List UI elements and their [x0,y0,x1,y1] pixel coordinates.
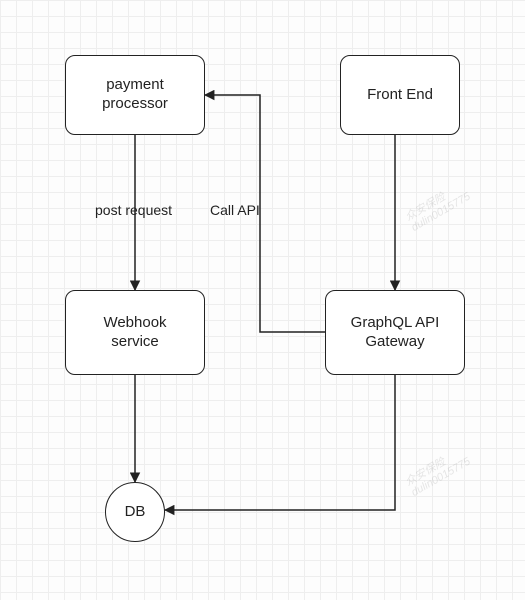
diagram-canvas: paymentprocessor Front End Webhookservic… [0,0,525,600]
watermark-line1: 众安保险 [403,456,447,488]
watermark: 众安保险 dulin0015775 [403,180,472,234]
watermark: 众安保险 dulin0015775 [403,445,472,499]
node-payment-processor: paymentprocessor [65,55,205,135]
node-webhook-service: Webhookservice [65,290,205,375]
node-label: paymentprocessor [102,76,168,114]
watermark-line2: dulin0015775 [409,456,472,499]
node-db: DB [105,482,165,542]
edge-label-post-request: post request [95,202,172,218]
watermark-line2: dulin0015775 [409,191,472,234]
edge-label-call-api: Call API [210,202,260,218]
node-label: GraphQL APIGateway [351,314,440,352]
watermark-line1: 众安保险 [403,191,447,223]
node-label: Webhookservice [103,314,166,352]
node-graphql-gateway: GraphQL APIGateway [325,290,465,375]
node-front-end: Front End [340,55,460,135]
node-label: Front End [367,86,433,105]
node-label: DB [125,503,146,522]
